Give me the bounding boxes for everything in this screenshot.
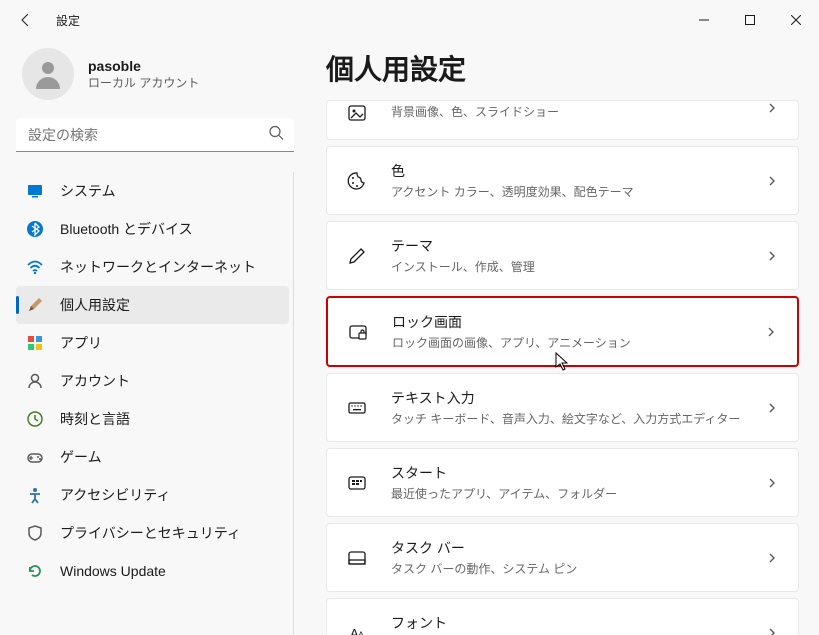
settings-card-textinput[interactable]: テキスト入力 タッチ キーボード、音声入力、絵文字など、入力方式エディター <box>326 373 799 442</box>
display-icon <box>26 182 44 200</box>
sidebar-item-label: Windows Update <box>60 563 166 579</box>
sidebar-item-gaming[interactable]: ゲーム <box>16 438 289 476</box>
chevron-right-icon <box>766 401 780 415</box>
card-title: テキスト入力 <box>391 388 766 408</box>
main-panel: 個人用設定 背景画像、色、スライドショー 色 アクセント カラー、透明度効果、配… <box>310 40 819 635</box>
svg-text:A: A <box>358 630 364 635</box>
chevron-right-icon <box>766 551 780 565</box>
profile-name: pasoble <box>88 58 199 74</box>
back-button[interactable] <box>16 10 36 30</box>
card-subtitle: 背景画像、色、スライドショー <box>391 103 766 120</box>
sidebar-item-privacy[interactable]: プライバシーとセキュリティ <box>16 514 289 552</box>
sidebar-item-apps[interactable]: アプリ <box>16 324 289 362</box>
sidebar-item-label: ゲーム <box>60 447 102 467</box>
card-title: フォント <box>391 613 766 633</box>
settings-card-fonts[interactable]: AA フォント インストール、管理 <box>326 598 799 635</box>
sidebar-item-label: 時刻と言語 <box>60 409 130 429</box>
sidebar-item-label: ネットワークとインターネット <box>60 257 256 277</box>
sidebar-item-label: アカウント <box>60 371 130 391</box>
sidebar-item-system[interactable]: システム <box>16 172 289 210</box>
page-title: 個人用設定 <box>326 48 799 88</box>
game-icon <box>26 448 44 466</box>
profile[interactable]: pasoble ローカル アカウント <box>16 40 294 118</box>
start-icon <box>345 471 369 495</box>
sidebar-item-accessibility[interactable]: アクセシビリティ <box>16 476 289 514</box>
card-subtitle: 最近使ったアプリ、アイテム、フォルダー <box>391 485 766 502</box>
search-input[interactable] <box>16 118 294 152</box>
close-button[interactable] <box>773 4 819 36</box>
settings-card-background[interactable]: 背景画像、色、スライドショー <box>326 100 799 140</box>
sidebar-item-label: 個人用設定 <box>60 295 130 315</box>
image-icon <box>345 101 369 125</box>
update-icon <box>26 562 44 580</box>
keyboard-icon <box>345 396 369 420</box>
sidebar-item-label: アクセシビリティ <box>60 485 170 505</box>
chevron-right-icon <box>766 249 780 263</box>
titlebar: 設定 <box>0 0 819 40</box>
settings-card-taskbar[interactable]: タスク バー タスク バーの動作、システム ピン <box>326 523 799 592</box>
card-subtitle: ロック画面の画像、アプリ、アニメーション <box>392 334 765 351</box>
chevron-right-icon <box>766 476 780 490</box>
card-subtitle: アクセント カラー、透明度効果、配色テーマ <box>391 183 766 200</box>
chevron-right-icon <box>766 101 780 115</box>
sidebar-item-label: プライバシーとセキュリティ <box>60 523 241 543</box>
window-controls <box>681 4 819 36</box>
maximize-button[interactable] <box>727 4 773 36</box>
sidebar-item-time[interactable]: 時刻と言語 <box>16 400 289 438</box>
window-title: 設定 <box>56 12 80 29</box>
search-icon <box>268 125 284 146</box>
apps-icon <box>26 334 44 352</box>
wifi-icon <box>26 258 44 276</box>
chevron-right-icon <box>766 174 780 188</box>
card-title: ロック画面 <box>392 312 765 332</box>
nav-list: システム Bluetooth とデバイス ネットワークとインターネット 個人用設… <box>16 172 294 635</box>
card-title: スタート <box>391 463 766 483</box>
taskbar-icon <box>345 546 369 570</box>
chevron-right-icon <box>766 626 780 635</box>
palette-icon <box>345 169 369 193</box>
chevron-right-icon <box>765 325 779 339</box>
sidebar-item-label: アプリ <box>60 333 102 353</box>
card-subtitle: インストール、作成、管理 <box>391 258 766 275</box>
sidebar-item-bluetooth[interactable]: Bluetooth とデバイス <box>16 210 289 248</box>
sidebar-item-accounts[interactable]: アカウント <box>16 362 289 400</box>
sidebar-item-personalization[interactable]: 個人用設定 <box>16 286 289 324</box>
font-icon: AA <box>345 621 369 635</box>
pen-icon <box>345 244 369 268</box>
sidebar: pasoble ローカル アカウント システム Bluetooth とデバイス … <box>0 40 310 635</box>
card-title: タスク バー <box>391 538 766 558</box>
shield-icon <box>26 524 44 542</box>
clock-icon <box>26 410 44 428</box>
lock-icon <box>346 320 370 344</box>
avatar <box>22 48 74 100</box>
card-subtitle: タスク バーの動作、システム ピン <box>391 560 766 577</box>
person-icon <box>26 372 44 390</box>
search-box <box>16 118 294 152</box>
card-title: 色 <box>391 161 766 181</box>
settings-card-colors[interactable]: 色 アクセント カラー、透明度効果、配色テーマ <box>326 146 799 215</box>
access-icon <box>26 486 44 504</box>
bluetooth-icon <box>26 220 44 238</box>
card-title: テーマ <box>391 236 766 256</box>
sidebar-item-update[interactable]: Windows Update <box>16 552 289 590</box>
settings-card-themes[interactable]: テーマ インストール、作成、管理 <box>326 221 799 290</box>
sidebar-item-network[interactable]: ネットワークとインターネット <box>16 248 289 286</box>
brush-icon <box>26 296 44 314</box>
sidebar-item-label: システム <box>60 181 116 201</box>
settings-card-start[interactable]: スタート 最近使ったアプリ、アイテム、フォルダー <box>326 448 799 517</box>
profile-sub: ローカル アカウント <box>88 74 199 91</box>
card-subtitle: タッチ キーボード、音声入力、絵文字など、入力方式エディター <box>391 410 766 427</box>
minimize-button[interactable] <box>681 4 727 36</box>
sidebar-item-label: Bluetooth とデバイス <box>60 219 193 239</box>
settings-card-lockscreen[interactable]: ロック画面 ロック画面の画像、アプリ、アニメーション <box>326 296 799 367</box>
